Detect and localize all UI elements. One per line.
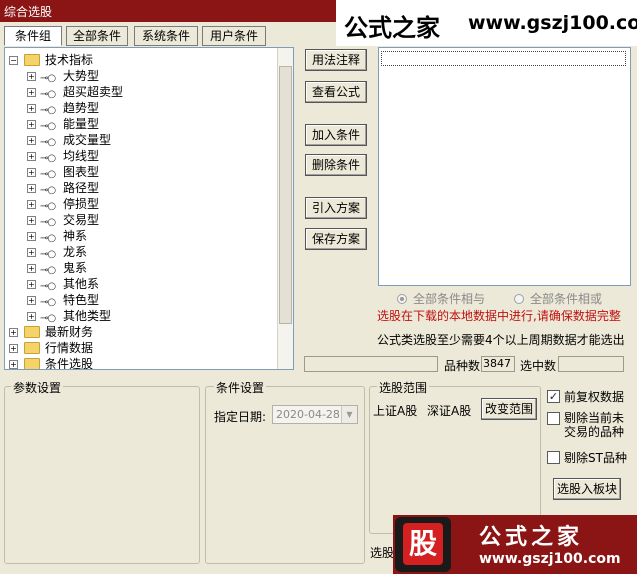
key-icon: ⊸○ [40, 137, 56, 148]
exclude-untraded-checkbox[interactable] [547, 412, 560, 425]
radio-icon [514, 294, 524, 304]
expand-icon[interactable]: + [27, 184, 36, 193]
expand-icon[interactable]: + [27, 280, 36, 289]
watermark-name: 公式之家 [344, 13, 440, 42]
watermark-url: www.gszj100.com [468, 12, 637, 34]
scrollbar-thumb[interactable] [279, 66, 292, 324]
expand-icon[interactable]: + [27, 200, 36, 209]
expand-icon[interactable]: + [27, 120, 36, 129]
list-focus-row[interactable] [381, 51, 626, 66]
progress-bar [304, 356, 438, 372]
save-scheme-button[interactable]: 保存方案 [305, 228, 367, 250]
watermark-name: 公式之家 [479, 524, 584, 550]
expand-icon[interactable]: + [27, 168, 36, 177]
watermark-bottom: 股 公式之家 www.gszj100.com [393, 515, 637, 574]
expand-icon[interactable]: + [27, 152, 36, 161]
folder-icon [24, 358, 40, 369]
logic-and-radio[interactable]: 全部条件相与 [397, 290, 485, 307]
logic-or-radio[interactable]: 全部条件相或 [514, 290, 602, 307]
watermark-url: www.gszj100.com [479, 551, 621, 567]
add-condition-button[interactable]: 加入条件 [305, 124, 367, 146]
watermark-top: 公式之家 www.gszj100.com [336, 0, 637, 46]
exclude-st-label: 剔除ST品种 [564, 451, 627, 465]
expand-icon[interactable]: + [9, 328, 18, 337]
radio-selected-icon [397, 294, 407, 304]
key-icon: ⊸○ [40, 185, 56, 196]
params-group [4, 386, 200, 564]
variety-count-value: 3847 [481, 356, 515, 372]
select-to-block-button[interactable]: 选股入板块 [553, 478, 621, 500]
window-title: 综合选股 [4, 5, 53, 19]
expand-icon[interactable]: + [9, 344, 18, 353]
tab-system-conditions[interactable]: 系统条件 [134, 26, 198, 46]
prior-rights-checkbox[interactable]: ✓ [547, 390, 560, 403]
exclude-st-checkbox[interactable] [547, 451, 560, 464]
condition-list[interactable] [378, 47, 631, 286]
range-sz-label: 深证A股 [427, 404, 472, 418]
key-icon: ⊸○ [40, 169, 56, 180]
key-icon: ⊸○ [40, 201, 56, 212]
expand-icon[interactable]: + [27, 232, 36, 241]
expand-icon[interactable]: + [27, 248, 36, 257]
key-icon: ⊸○ [40, 233, 56, 244]
selected-count-value [558, 356, 624, 372]
exclude-untraded-label: 剔除当前未交易的品种 [564, 411, 625, 439]
key-icon: ⊸○ [40, 281, 56, 292]
data-warning-text: 选股在下载的本地数据中进行,请确保数据完整 [377, 309, 621, 323]
expand-icon[interactable]: + [9, 360, 18, 369]
prior-rights-label: 前复权数据 [564, 390, 625, 404]
import-scheme-button[interactable]: 引入方案 [305, 197, 367, 219]
date-label: 指定日期: [214, 410, 267, 424]
tree-scrollbar[interactable] [277, 48, 293, 369]
tab-all-conditions[interactable]: 全部条件 [66, 26, 128, 46]
key-icon: ⊸○ [40, 73, 56, 84]
requirement-text: 公式类选股至少需要4个以上周期数据才能选出 [377, 333, 625, 347]
key-icon: ⊸○ [40, 265, 56, 276]
change-range-button[interactable]: 改变范围 [481, 398, 537, 420]
view-formula-button[interactable]: 查看公式 [305, 81, 367, 103]
range-sh-label: 上证A股 [373, 404, 418, 418]
expand-icon[interactable]: + [27, 136, 36, 145]
condition-setting-title: 条件设置 [214, 379, 267, 396]
params-group-title: 参数设置 [11, 379, 64, 396]
variety-count-label: 品种数 [444, 359, 481, 373]
usage-note-button[interactable]: 用法注释 [305, 49, 367, 71]
expand-icon[interactable]: + [27, 264, 36, 273]
watermark-badge: 股 [395, 517, 451, 572]
selected-count-label: 选中数 [520, 359, 557, 373]
key-icon: ⊸○ [40, 89, 56, 100]
expand-icon[interactable]: + [27, 312, 36, 321]
expand-icon[interactable]: + [27, 104, 36, 113]
expand-icon[interactable]: + [27, 88, 36, 97]
key-icon: ⊸○ [40, 153, 56, 164]
collapse-icon[interactable]: − [9, 56, 18, 65]
condition-tree[interactable]: − 技术指标 + ⊸○ 大势型 + ⊸○ 超买超卖型 + ⊸○ 趋势型 + ⊸○ 能量型 + ⊸○… [4, 47, 294, 370]
key-icon: ⊸○ [40, 217, 56, 228]
folder-icon [24, 54, 40, 66]
date-picker[interactable]: 2020-04-28 ▼ [272, 405, 358, 424]
folder-icon [24, 326, 40, 338]
bottom-select-label: 选股 [370, 546, 395, 560]
key-icon: ⊸○ [40, 105, 56, 116]
expand-icon[interactable]: + [27, 296, 36, 305]
date-value: 2020-04-28 [276, 408, 340, 421]
expand-icon[interactable]: + [27, 216, 36, 225]
key-icon: ⊸○ [40, 249, 56, 260]
key-icon: ⊸○ [40, 297, 56, 308]
folder-icon [24, 342, 40, 354]
delete-condition-button[interactable]: 删除条件 [305, 154, 367, 176]
tab-user-conditions[interactable]: 用户条件 [202, 26, 266, 46]
tab-condition-group[interactable]: 条件组 [4, 26, 62, 46]
key-icon: ⊸○ [40, 121, 56, 132]
range-group-title: 选股范围 [377, 379, 430, 396]
chevron-down-icon[interactable]: ▼ [341, 406, 357, 423]
expand-icon[interactable]: + [27, 72, 36, 81]
